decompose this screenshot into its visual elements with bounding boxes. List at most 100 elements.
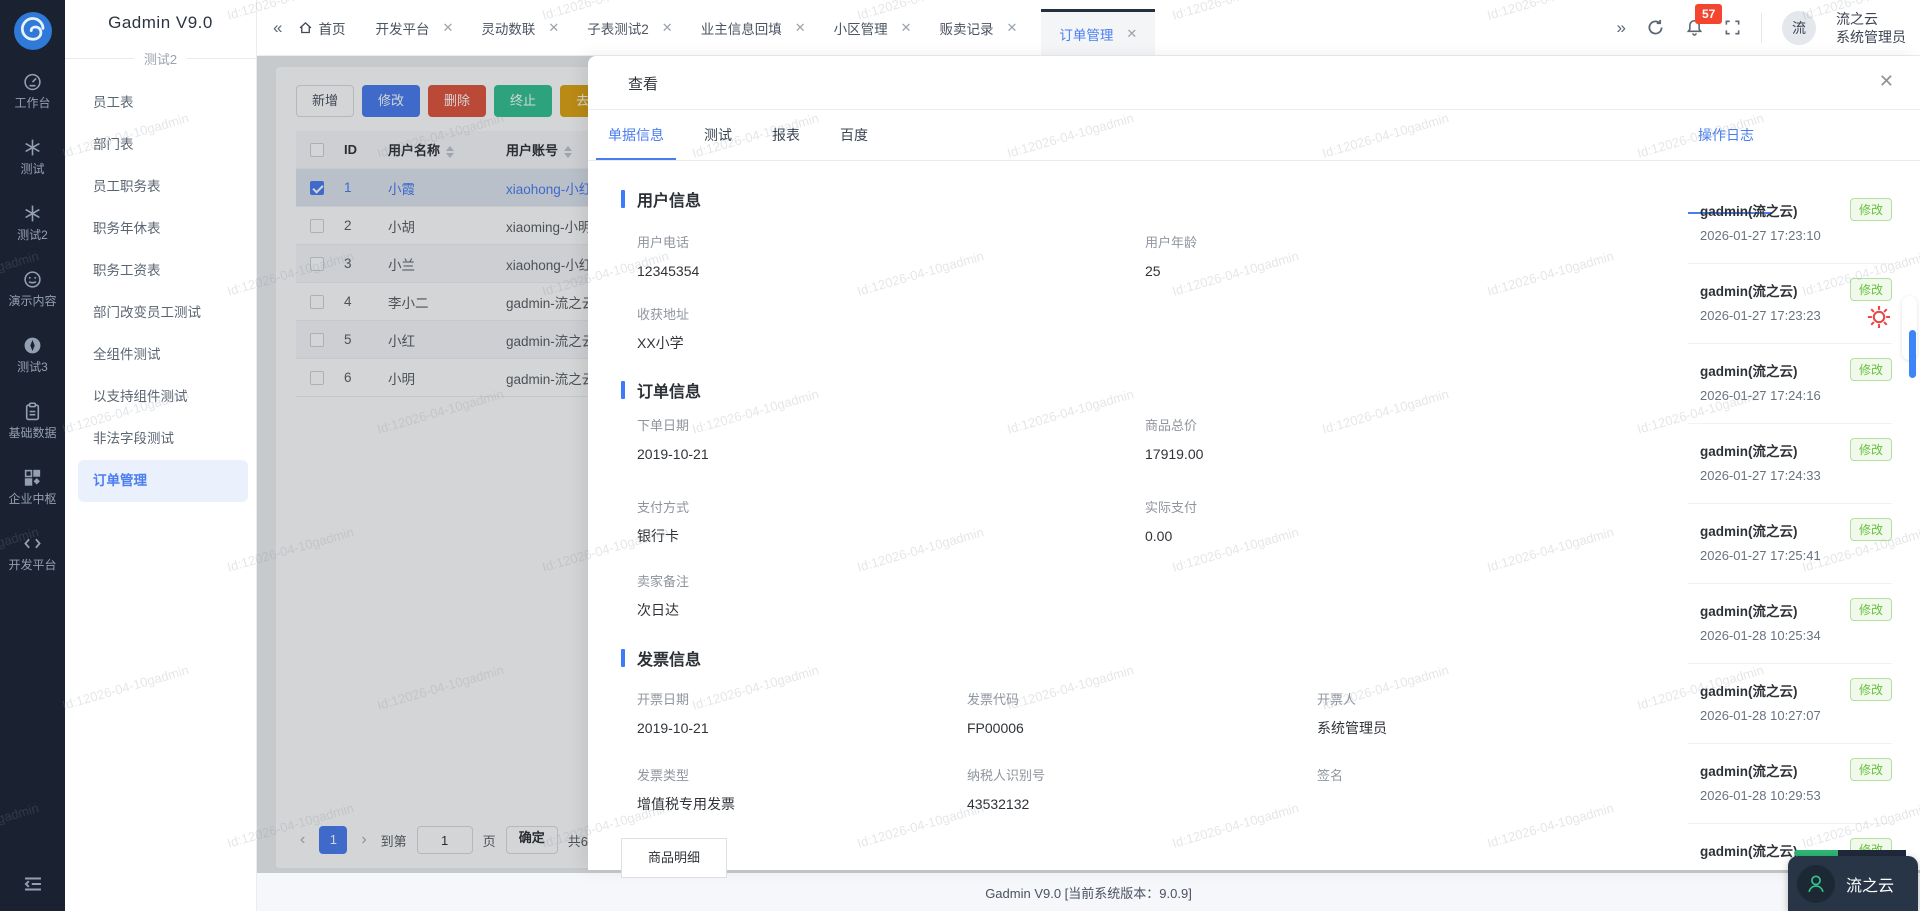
log-action-badge: 修改 — [1850, 358, 1892, 381]
collapse-sidebar-icon[interactable] — [0, 873, 65, 895]
drawer-tab-baidu[interactable]: 百度 — [840, 110, 868, 160]
app-title: Gadmin V9.0 — [65, 0, 256, 33]
log-user: gadmin(流之云) — [1700, 440, 1798, 460]
section-title-invoice-info: 发票信息 — [621, 646, 701, 670]
rail-item-demo[interactable]: 演示内容 — [0, 270, 65, 336]
rail-item-enterprise[interactable]: 企业中枢 — [0, 468, 65, 534]
menu-item-duty-leave-table[interactable]: 职务年休表 — [65, 208, 256, 250]
chat-user-name: 流之云 — [1846, 872, 1894, 896]
tab-order-management-active[interactable]: 订单管理✕ — [1041, 9, 1155, 55]
log-action-badge: 修改 — [1850, 518, 1892, 541]
notification-count-badge: 57 — [1695, 4, 1722, 24]
menu-item-employee-table[interactable]: 员工表 — [65, 82, 256, 124]
field-signature: 签名 — [1317, 767, 1670, 813]
app-logo[interactable] — [0, 0, 65, 50]
drawer-tab-test[interactable]: 测试 — [704, 110, 732, 160]
drawer-tab-report[interactable]: 报表 — [772, 110, 800, 160]
rail-item-test[interactable]: 测试 — [0, 138, 65, 204]
close-tab-icon[interactable]: ✕ — [442, 20, 453, 36]
menu-item-dept-change-test[interactable]: 部门改变员工测试 — [65, 292, 256, 334]
user-info[interactable]: 流之云 系统管理员 — [1836, 10, 1906, 46]
field-actual-payment: 实际支付 0.00 — [1145, 499, 1670, 545]
chat-card[interactable]: 流之云 — [1788, 856, 1918, 911]
field-row: 收获地址 XX小学 — [637, 306, 1670, 352]
field-row: 用户电话 12345354 用户年龄 25 — [637, 234, 1670, 280]
field-delivery-address: 收获地址 XX小学 — [637, 306, 1145, 352]
menu-list: 员工表 部门表 员工职务表 职务年休表 职务工资表 部门改变员工测试 全组件测试… — [65, 82, 256, 502]
menu-item-department-table[interactable]: 部门表 — [65, 124, 256, 166]
field-seller-note: 卖家备注 次日达 — [637, 573, 1145, 619]
close-tab-icon[interactable]: ✕ — [1126, 26, 1137, 42]
scrollbar-thumb[interactable] — [1909, 330, 1916, 378]
home-icon — [298, 20, 313, 35]
section-title-user-info: 用户信息 — [621, 187, 701, 211]
drawer-tab-document-info[interactable]: 单据信息 — [608, 110, 664, 160]
tab-lingdong[interactable]: 灵动数联✕ — [481, 18, 559, 38]
log-action-badge: 修改 — [1850, 758, 1892, 781]
log-action-badge: 修改 — [1850, 598, 1892, 621]
log-user: gadmin(流之云) — [1700, 200, 1798, 220]
log-user: gadmin(流之云) — [1700, 280, 1798, 300]
tabs-strip: « 首页 开发平台✕ 灵动数联✕ 子表测试2✕ 业主信息回填✕ 小区管理✕ 贩卖… — [257, 0, 1617, 55]
notification-bell-icon[interactable]: 57 — [1685, 18, 1704, 37]
fullscreen-icon[interactable] — [1724, 19, 1741, 36]
menu-item-supported-components-test[interactable]: 以支持组件测试 — [65, 376, 256, 418]
field-invoice-type: 发票类型 增值税专用发票 — [637, 767, 967, 813]
drawer-header: 查看 ✕ — [588, 56, 1920, 110]
code-icon — [23, 534, 42, 553]
app-root: 工作台 测试 测试2 演示内容 — [0, 0, 1920, 911]
rail-item-label: 基础数据 — [8, 426, 56, 440]
close-tab-icon[interactable]: ✕ — [548, 20, 559, 36]
product-detail-subtab[interactable]: 商品明细 — [621, 838, 727, 878]
log-action-badge: 修改 — [1850, 198, 1892, 221]
scroll-tabs-left-icon[interactable]: « — [257, 18, 294, 38]
log-entry: gadmin(流之云)修改 2026-01-27 17:25:41 — [1688, 504, 1892, 584]
log-action-badge: 修改 — [1850, 678, 1892, 701]
field-user-age: 用户年龄 25 — [1145, 234, 1670, 280]
menu-item-duty-salary-table[interactable]: 职务工资表 — [65, 250, 256, 292]
log-user: gadmin(流之云) — [1700, 520, 1798, 540]
close-tab-icon[interactable]: ✕ — [1007, 20, 1018, 36]
log-time: 2026-01-27 17:23:10 — [1700, 228, 1892, 243]
close-tab-icon[interactable]: ✕ — [662, 20, 673, 36]
tab-owner-info[interactable]: 业主信息回填✕ — [701, 18, 806, 38]
menu-item-employee-duty-table[interactable]: 员工职务表 — [65, 166, 256, 208]
close-drawer-icon[interactable]: ✕ — [1879, 71, 1894, 92]
close-tab-icon[interactable]: ✕ — [901, 20, 912, 36]
rail-item-test2[interactable]: 测试2 — [0, 204, 65, 270]
tab-devplatform[interactable]: 开发平台✕ — [375, 18, 453, 38]
rail-item-basedata[interactable]: 基础数据 — [0, 402, 65, 468]
menu-item-all-components-test[interactable]: 全组件测试 — [65, 334, 256, 376]
section-title-order-info: 订单信息 — [621, 378, 701, 402]
modules-grid-icon — [23, 468, 42, 487]
log-user: gadmin(流之云) — [1700, 840, 1798, 860]
operation-log-tab[interactable]: 操作日志 — [1688, 110, 1754, 160]
tab-subtable-test2[interactable]: 子表测试2✕ — [587, 18, 672, 38]
log-action-badge: 修改 — [1850, 438, 1892, 461]
refresh-icon[interactable] — [1646, 18, 1665, 37]
rail-item-test3[interactable]: 测试3 — [0, 336, 65, 402]
log-user: gadmin(流之云) — [1700, 760, 1798, 780]
field-invoice-date: 开票日期 2019-10-21 — [637, 691, 967, 737]
close-tab-icon[interactable]: ✕ — [795, 20, 806, 36]
chat-widget[interactable]: 流之云 — [1788, 850, 1918, 911]
drawer-tabs: 单据信息 测试 报表 百度 — [608, 110, 868, 160]
icon-rail: 工作台 测试 测试2 演示内容 — [0, 0, 65, 911]
menu-item-order-management[interactable]: 订单管理 — [78, 460, 248, 502]
tab-home[interactable]: 首页 — [298, 18, 345, 38]
rail-item-label: 测试3 — [17, 360, 48, 374]
field-total-price: 商品总价 17919.00 — [1145, 417, 1670, 463]
field-user-phone: 用户电话 12345354 — [637, 234, 1145, 280]
theme-settings-gear-icon[interactable] — [1866, 304, 1892, 333]
rail-item-label: 企业中枢 — [8, 492, 56, 506]
footer-bar: Gadmin V9.0 [当前系统版本：9.0.9] — [257, 873, 1920, 911]
tab-community-mgmt[interactable]: 小区管理✕ — [834, 18, 912, 38]
rail-item-devplatform[interactable]: 开发平台 — [0, 534, 65, 600]
rail-item-workbench[interactable]: 工作台 — [0, 72, 65, 138]
menu-item-illegal-field-test[interactable]: 非法字段测试 — [65, 418, 256, 460]
log-entry: gadmin(流之云)修改 2026-01-28 10:27:07 — [1688, 664, 1892, 744]
user-avatar[interactable]: 流 — [1782, 11, 1816, 45]
scroll-tabs-right-icon[interactable]: » — [1617, 18, 1626, 38]
rail-item-label: 开发平台 — [8, 558, 56, 572]
tab-sales-records[interactable]: 贩卖记录✕ — [940, 18, 1018, 38]
